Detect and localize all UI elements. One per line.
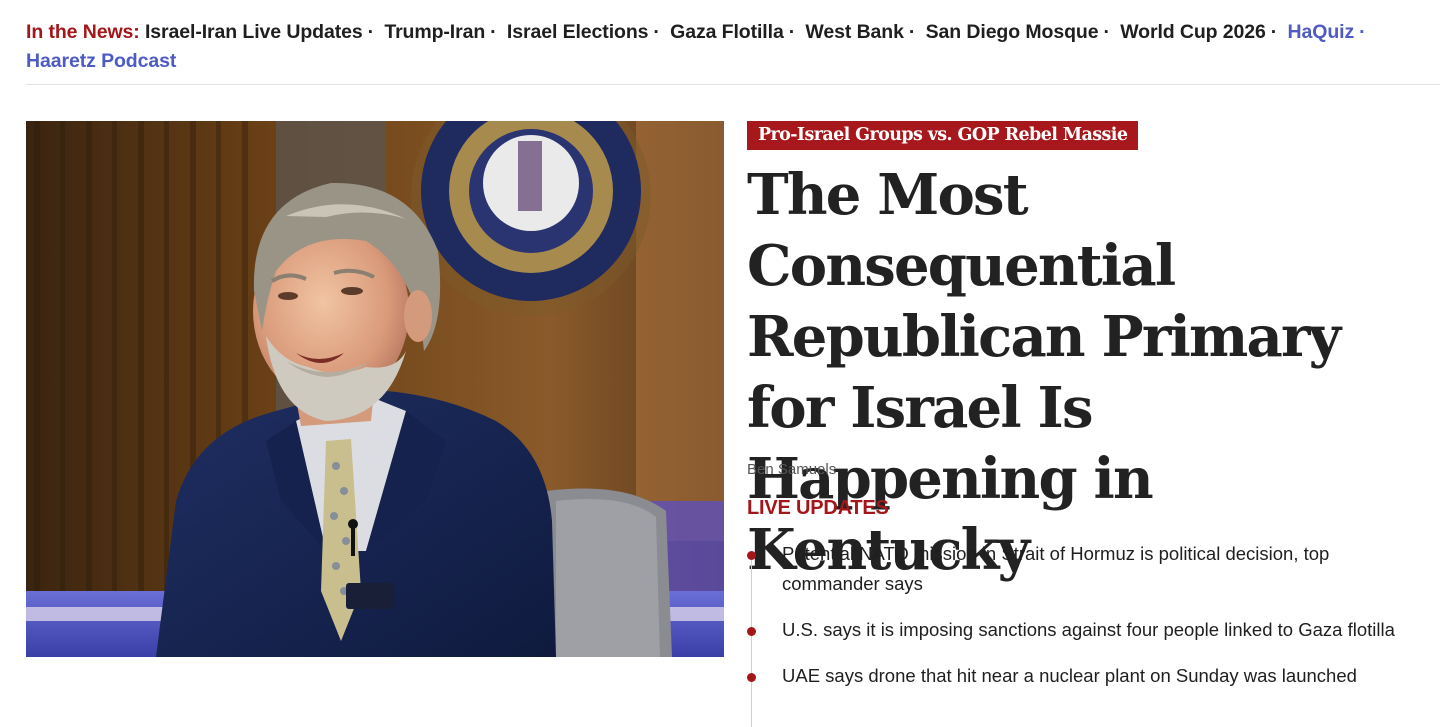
nav-separator: · <box>653 21 660 43</box>
lead-photo[interactable] <box>26 121 724 657</box>
live-update-item[interactable]: Potential NATO mission in Strait of Horm… <box>747 539 1417 599</box>
live-update-text: Potential NATO mission in Strait of Horm… <box>782 543 1330 594</box>
nav-link-world-cup-2026[interactable]: World Cup 2026 <box>1120 21 1266 43</box>
nav-separator: · <box>490 21 497 43</box>
live-update-item[interactable]: U.S. says it is imposing sanctions again… <box>747 615 1417 645</box>
in-the-news-nav: In the News: Israel-Iran Live Updates · T… <box>26 18 1416 76</box>
bullet-dot-icon <box>747 627 756 636</box>
nav-separator: · <box>1270 21 1278 43</box>
nav-link-san-diego-mosque[interactable]: San Diego Mosque <box>926 21 1099 43</box>
in-the-news-label: In the News: <box>26 21 140 43</box>
nav-separator: · <box>788 21 796 43</box>
live-update-text: U.S. says it is imposing sanctions again… <box>782 619 1395 640</box>
header-divider <box>26 84 1440 85</box>
nav-link-israel-elections[interactable]: Israel Elections <box>507 21 649 43</box>
nav-separator: · <box>1359 21 1366 43</box>
nav-link-haaretz-podcast[interactable]: Haaretz Podcast <box>26 50 176 72</box>
nav-link-gaza-flotilla[interactable]: Gaza Flotilla <box>670 21 784 43</box>
live-update-item[interactable]: UAE says drone that hit near a nuclear p… <box>747 661 1417 691</box>
nav-separator: · <box>1103 21 1110 43</box>
bullet-dot-icon <box>747 551 756 560</box>
nav-separator: · <box>367 21 375 43</box>
article-kicker-link[interactable]: Pro-Israel Groups vs. GOP Rebel Massie <box>747 121 1139 150</box>
live-updates-label[interactable]: LIVE UPDATES <box>747 495 889 521</box>
bullet-dot-icon <box>747 673 756 682</box>
lead-photo-image <box>26 121 724 657</box>
page: In the News: Israel-Iran Live Updates · T… <box>0 0 1440 727</box>
nav-link-israel-iran-live-updates[interactable]: Israel-Iran Live Updates <box>145 21 363 43</box>
nav-link-trump-iran[interactable]: Trump-Iran <box>384 21 485 43</box>
nav-link-haquiz[interactable]: HaQuiz <box>1288 21 1355 43</box>
article-headline[interactable]: The Most Consequential Republican Primar… <box>747 160 1427 586</box>
article-byline[interactable]: Ben Samuels <box>747 460 836 480</box>
nav-separator: · <box>908 21 916 43</box>
nav-link-west-bank[interactable]: West Bank <box>805 21 904 43</box>
live-update-text: UAE says drone that hit near a nuclear p… <box>782 665 1357 686</box>
live-updates-list: Potential NATO mission in Strait of Horm… <box>747 539 1417 691</box>
